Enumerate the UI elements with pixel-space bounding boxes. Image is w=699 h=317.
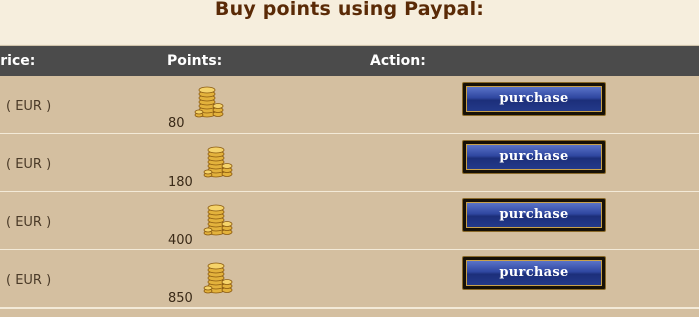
coin-stack-icon — [203, 262, 233, 294]
points-value: 180 — [168, 175, 193, 190]
coin-stack-icon — [194, 86, 224, 118]
table-row: ( EUR ) 850 purchase — [0, 250, 699, 308]
purchase-button[interactable]: purchase — [462, 198, 606, 232]
points-value: 850 — [168, 291, 193, 306]
heading-band: Buy points using Paypal: — [0, 0, 699, 44]
table-header: Price: Points: Action: — [0, 45, 699, 76]
points-value: 80 — [168, 116, 185, 131]
purchase-button-label: purchase — [466, 202, 602, 228]
purchase-button[interactable]: purchase — [462, 140, 606, 174]
next-row-partial — [0, 309, 699, 317]
purchase-button-label: purchase — [466, 86, 602, 112]
purchase-button[interactable]: purchase — [462, 256, 606, 290]
page-heading: Buy points using Paypal: — [214, 0, 485, 20]
price-cell: ( EUR ) — [6, 215, 52, 230]
coin-stack-icon — [203, 146, 233, 178]
points-value: 400 — [168, 233, 193, 248]
price-cell: ( EUR ) — [6, 99, 52, 114]
purchase-button[interactable]: purchase — [462, 82, 606, 116]
purchase-button-label: purchase — [466, 144, 602, 170]
table-row: ( EUR ) 80 purchase — [0, 76, 699, 134]
column-header-price: Price: — [0, 53, 36, 69]
column-header-action: Action: — [370, 53, 426, 69]
table-row: ( EUR ) 400 purchase — [0, 192, 699, 250]
coin-stack-icon — [203, 204, 233, 236]
table-row: ( EUR ) 180 purchase — [0, 134, 699, 192]
price-cell: ( EUR ) — [6, 157, 52, 172]
purchase-button-label: purchase — [466, 260, 602, 286]
column-header-points: Points: — [167, 53, 223, 69]
price-cell: ( EUR ) — [6, 273, 52, 288]
